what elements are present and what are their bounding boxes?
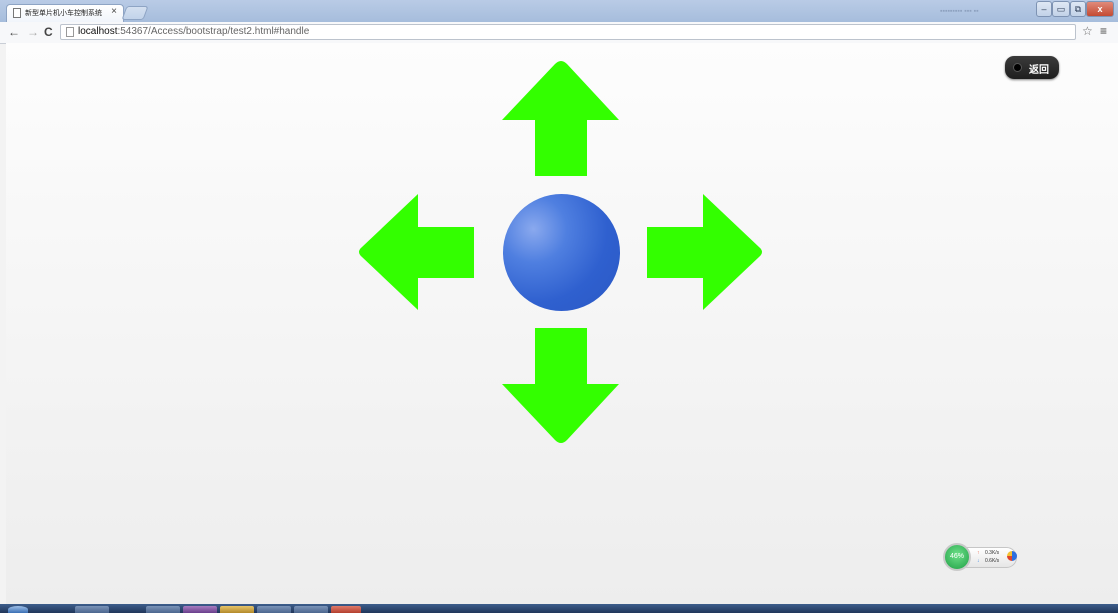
speed-logo-icon <box>1007 551 1017 561</box>
minimize-button[interactable]: – <box>1036 1 1052 17</box>
page-content: 返回 46% ↑ 0.3K/s ↓ 0.6K/s <box>6 43 1118 604</box>
taskbar <box>0 604 1118 613</box>
forward-arrow-icon[interactable]: → <box>27 24 39 40</box>
start-button[interactable] <box>8 606 28 613</box>
menu-icon[interactable]: ≡ <box>1100 24 1107 38</box>
new-tab-button[interactable] <box>121 6 149 20</box>
browser-window: 新型单片机小车控制系统 × ▪▪▪▪▪▪▪▪▪ ▪▪▪ ▪▪ – ▭ ⧉ x ←… <box>0 0 1118 613</box>
upload-arrow-icon: ↑ <box>977 550 980 556</box>
taskbar-item[interactable] <box>294 606 328 613</box>
close-window-button[interactable]: x <box>1086 1 1114 17</box>
download-speed: 0.6K/s <box>985 558 1000 564</box>
page-icon <box>13 8 21 18</box>
back-arrow-icon[interactable]: ← <box>8 24 20 40</box>
url-path: :54367/Access/bootstrap/test2.html#handl… <box>117 26 310 37</box>
restore-button[interactable]: ▭ <box>1052 1 1070 17</box>
taskbar-item[interactable] <box>331 606 361 613</box>
back-button-label: 返回 <box>1029 65 1049 76</box>
memory-percent-circle[interactable]: 46% <box>943 543 971 571</box>
address-bar[interactable]: localhost:54367/Access/bootstrap/test2.h… <box>60 24 1076 40</box>
page-icon <box>66 27 74 37</box>
down-arrow-button[interactable] <box>502 328 620 446</box>
download-arrow-icon: ↓ <box>977 558 980 564</box>
upload-speed: 0.3K/s <box>985 550 1000 556</box>
taskbar-item[interactable] <box>183 606 217 613</box>
tab-close-icon[interactable]: × <box>111 6 117 17</box>
taskbar-item[interactable] <box>75 606 109 613</box>
taskbar-item[interactable] <box>257 606 291 613</box>
tab-title: 新型单片机小车控制系统 <box>25 10 102 17</box>
reload-icon[interactable]: C <box>44 24 53 40</box>
tabstrip-text: ▪▪▪▪▪▪▪▪▪ ▪▪▪ ▪▪ <box>940 8 979 15</box>
center-stop-ball[interactable] <box>503 194 620 311</box>
right-arrow-button[interactable] <box>647 194 765 311</box>
url-host: localhost <box>78 26 118 37</box>
back-button-dot-icon <box>1013 63 1022 72</box>
network-speed-widget[interactable]: 46% ↑ 0.3K/s ↓ 0.6K/s <box>943 543 1019 571</box>
url-text[interactable]: localhost:54367/Access/bootstrap/test2.h… <box>78 26 309 37</box>
taskbar-item[interactable] <box>146 606 180 613</box>
up-arrow-button[interactable] <box>502 59 620 177</box>
taskbar-item[interactable] <box>220 606 254 613</box>
tab-active[interactable]: 新型单片机小车控制系统 × <box>6 4 124 22</box>
browser-toolbar: ← → C localhost:54367/Access/bootstrap/t… <box>0 22 1118 44</box>
maximize-button[interactable]: ⧉ <box>1070 1 1086 17</box>
left-arrow-button[interactable] <box>357 194 475 311</box>
back-button[interactable]: 返回 <box>1005 56 1059 79</box>
bookmark-star-icon[interactable]: ☆ <box>1082 24 1093 38</box>
tab-strip: 新型单片机小车控制系统 × ▪▪▪▪▪▪▪▪▪ ▪▪▪ ▪▪ – ▭ ⧉ x <box>0 0 1118 22</box>
